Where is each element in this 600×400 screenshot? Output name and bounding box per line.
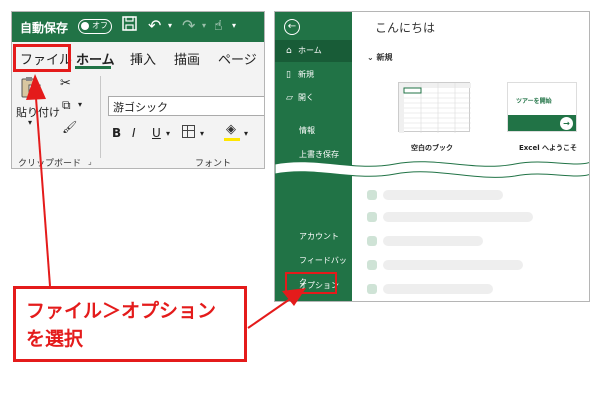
clipboard-group-label: クリップボード: [18, 159, 82, 169]
paste-icon[interactable]: [20, 76, 42, 100]
ribbon-home-panel: 貼り付け ▾ ✂ ⧉ ▾ 🖌 クリップボード ⌟ 游ゴシック B I U ▾ ▾…: [12, 70, 264, 169]
nav-item-open[interactable]: ▱ 開く: [275, 87, 352, 109]
nav-item-info[interactable]: 情報: [275, 120, 352, 142]
recent-file-row: [383, 190, 503, 200]
recent-file-icon: [367, 236, 377, 246]
toggle-knob: [81, 22, 89, 30]
paste-button[interactable]: 貼り付け: [16, 104, 60, 120]
italic-button[interactable]: I: [132, 126, 136, 140]
quick-access-dropdown-icon[interactable]: ▾: [232, 21, 236, 30]
nav-item-feedback[interactable]: フィードバック: [275, 250, 352, 287]
tab-insert[interactable]: 挿入: [130, 49, 156, 68]
file-tab-highlight-box: [13, 44, 71, 72]
underline-button[interactable]: U: [152, 126, 161, 140]
fill-dropdown-icon[interactable]: ▾: [244, 129, 248, 138]
nav-item-account[interactable]: アカウント: [275, 226, 352, 248]
underline-dropdown-icon[interactable]: ▾: [166, 129, 170, 138]
recent-file-row: [383, 284, 493, 294]
tour-thumbnail-text: ツアーを開始: [516, 98, 552, 105]
torn-edge-divider: [275, 161, 589, 178]
recent-file-row: [383, 236, 483, 246]
nav-item-label: ホーム: [298, 46, 322, 55]
autosave-label: 自動保存: [20, 21, 69, 35]
recent-file-icon: [367, 260, 377, 270]
font-name-select[interactable]: 游ゴシック: [108, 96, 264, 116]
undo-dropdown-icon[interactable]: ▾: [168, 21, 172, 30]
nav-item-new[interactable]: ▯ 新規: [275, 64, 352, 86]
bold-button[interactable]: B: [112, 126, 121, 140]
new-section-label: 新規: [376, 53, 393, 62]
nav-item-label: 新規: [298, 70, 314, 79]
callout-line-1: ファイル＞オプション: [26, 300, 217, 322]
fill-color-icon[interactable]: ◈: [226, 122, 236, 137]
greeting-heading: こんにちは: [375, 21, 436, 35]
back-arrow-icon[interactable]: ←: [284, 19, 300, 35]
undo-icon[interactable]: ↶: [148, 16, 161, 36]
touch-mode-icon[interactable]: ☝: [214, 16, 223, 36]
welcome-tour-thumbnail[interactable]: ツアーを開始 →: [507, 82, 577, 132]
tab-draw[interactable]: 描画: [174, 49, 200, 68]
autosave-toggle[interactable]: オフ: [78, 19, 112, 34]
recent-file-icon: [367, 190, 377, 200]
borders-icon[interactable]: [182, 125, 195, 138]
blank-workbook-label[interactable]: 空白のブック: [411, 143, 453, 153]
nav-item-label: 開く: [298, 93, 314, 102]
active-tab-indicator: [75, 66, 111, 69]
recent-file-icon: [367, 212, 377, 222]
new-section-heading: ⌄ 新規: [367, 53, 393, 62]
excel-ribbon-screenshot: 自動保存 オフ ↶ ▾ ↷ ▾ ☝ ▾ ファイル ホーム 挿入 描画 ページ 貼…: [11, 11, 265, 169]
new-document-icon: ▯: [286, 70, 291, 80]
open-folder-icon: ▱: [286, 93, 293, 103]
welcome-tour-label[interactable]: Excel へようこそ: [519, 143, 577, 153]
instruction-callout: ファイル＞オプション を選択: [13, 286, 247, 362]
options-highlight-box: [285, 272, 337, 294]
toggle-state-text: オフ: [92, 21, 108, 30]
borders-dropdown-icon[interactable]: ▾: [200, 129, 204, 138]
save-icon[interactable]: [122, 16, 137, 36]
home-icon: ⌂: [286, 46, 292, 56]
nav-item-home[interactable]: ⌂ ホーム: [275, 40, 352, 62]
scissors-icon[interactable]: ✂: [60, 76, 71, 91]
font-group-label: フォント: [195, 159, 232, 169]
tab-page-layout[interactable]: ページ: [218, 49, 257, 68]
redo-icon[interactable]: ↷: [182, 16, 195, 36]
dialog-launcher-icon[interactable]: ⌟: [88, 157, 92, 166]
recent-file-row: [383, 212, 533, 222]
fill-color-swatch: [224, 138, 240, 141]
recent-file-icon: [367, 284, 377, 294]
redo-dropdown-icon[interactable]: ▾: [202, 21, 206, 30]
callout-text: ファイル＞オプション を選択: [26, 297, 234, 353]
title-bar: 自動保存 オフ ↶ ▾ ↷ ▾ ☝ ▾: [12, 12, 264, 42]
group-separator: [100, 76, 101, 158]
arrow-right-icon: →: [560, 117, 573, 130]
copy-dropdown-icon[interactable]: ▾: [78, 100, 82, 109]
paste-dropdown-icon[interactable]: ▾: [28, 118, 32, 127]
callout-line-2: を選択: [26, 328, 84, 350]
recent-file-row: [383, 260, 523, 270]
format-painter-icon[interactable]: 🖌: [62, 120, 77, 134]
copy-icon[interactable]: ⧉: [62, 98, 71, 113]
excel-backstage-screenshot: ← ⌂ ホーム ▯ 新規 ▱ 開く 情報 上書き保存 アカウント フィードバック オプ…: [274, 11, 590, 302]
blank-workbook-thumbnail[interactable]: [398, 82, 471, 133]
